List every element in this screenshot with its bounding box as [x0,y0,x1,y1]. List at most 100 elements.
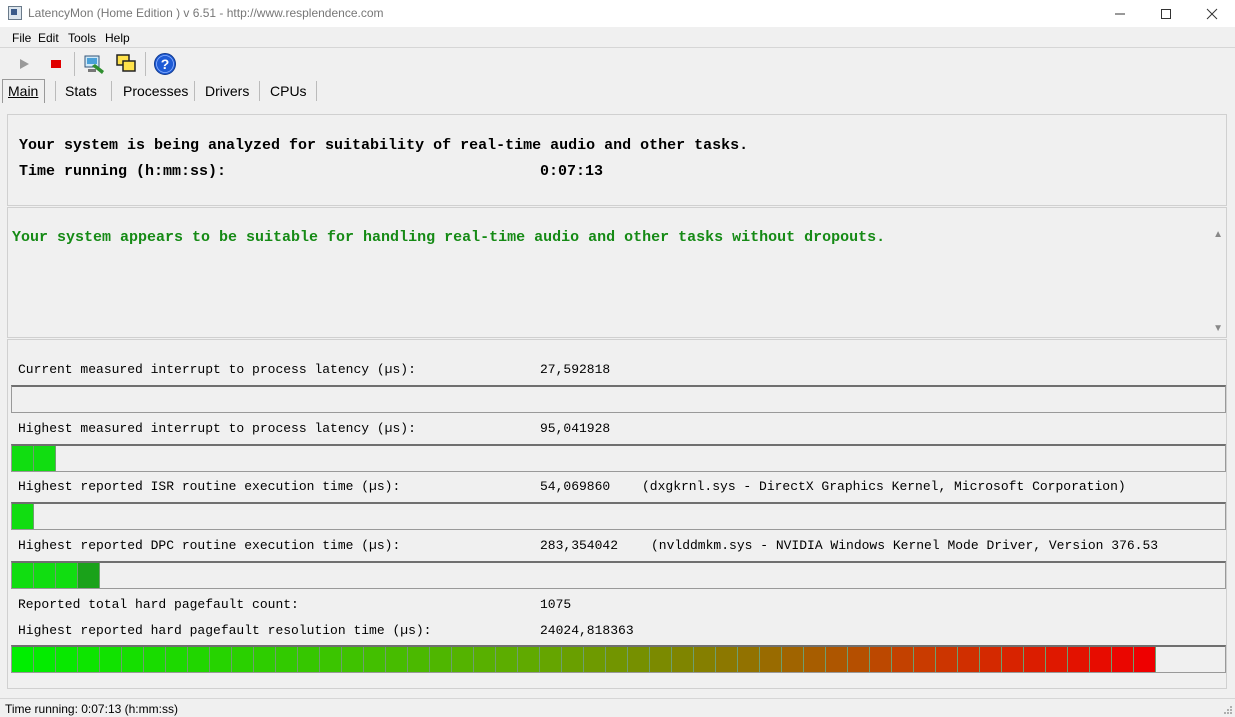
start-button[interactable] [11,52,37,76]
metrics-panel: Current measured interrupt to process la… [7,339,1227,689]
bar-segment [386,647,408,672]
tab-separator [316,81,317,101]
bar-segment [892,647,914,672]
help-icon: ? [154,53,176,75]
close-button[interactable] [1189,0,1235,27]
bar-segment [276,647,298,672]
window-button[interactable] [113,52,139,76]
bar-segment [606,647,628,672]
bar-segment [144,647,166,672]
bar-segment [34,563,56,588]
isr-time-bar [11,502,1226,530]
menu-file[interactable]: File [12,31,31,45]
play-icon [20,59,29,69]
settings-button[interactable] [81,52,107,76]
toolbar-separator [145,52,146,76]
verdict-panel[interactable]: Your system appears to be suitable for h… [7,207,1227,338]
scroll-up-arrow-icon[interactable]: ▲ [1213,229,1223,240]
bar-segment [34,446,56,471]
status-text: Time running: 0:07:13 (h:mm:ss) [5,702,178,716]
minimize-button[interactable] [1097,0,1143,27]
isr-time-value: 54,069860 [540,479,611,494]
title-bar: LatencyMon (Home Edition ) v 6.51 - http… [0,0,1235,27]
highest-latency-value: 95,041928 [540,421,611,436]
toolbar-separator [74,52,75,76]
tab-separator [194,81,195,101]
close-icon [1206,8,1218,19]
tab-separator [111,81,112,101]
bar-segment [914,647,936,672]
bar-segment [804,647,826,672]
bar-segment [562,647,584,672]
resize-grip-icon[interactable] [1223,705,1233,715]
pagefault-count-label: Reported total hard pagefault count: [18,597,299,612]
dpc-driver-detail: (nvlddmkm.sys - NVIDIA Windows Kernel Mo… [651,538,1159,553]
bar-segment [1134,647,1156,672]
settings-icon [84,55,104,74]
bar-segment [1002,647,1024,672]
bar-segment [408,647,430,672]
bar-segment [78,563,100,588]
bar-segment [540,647,562,672]
time-running-label: Time running (h:mm:ss): [19,163,227,180]
bar-segment [760,647,782,672]
bar-segment [232,647,254,672]
bar-segment [298,647,320,672]
app-icon [8,6,22,20]
bar-segment [78,647,100,672]
stop-button[interactable] [43,52,69,76]
menu-help[interactable]: Help [105,31,130,45]
bar-segment [364,647,386,672]
bar-segment [166,647,188,672]
bar-segment [210,647,232,672]
bar-segment [122,647,144,672]
tab-main[interactable]: Main [2,79,46,103]
bar-segment [958,647,980,672]
help-button[interactable]: ? [152,52,178,76]
verdict-message: Your system appears to be suitable for h… [12,229,886,246]
bar-segment [584,647,606,672]
window-title: LatencyMon (Home Edition ) v 6.51 - http… [28,6,384,20]
bar-segment [1046,647,1068,672]
analysis-panel: Your system is being analyzed for suitab… [7,114,1227,206]
scroll-down-arrow-icon[interactable]: ▼ [1213,323,1223,334]
dpc-time-bar [11,561,1226,589]
tab-processes[interactable]: Processes [123,80,188,102]
maximize-button[interactable] [1143,0,1189,27]
bar-segment [56,647,78,672]
bar-segment [100,647,122,672]
minimize-icon [1115,13,1125,14]
bar-segment [694,647,716,672]
windows-icon [116,54,136,72]
bar-segment [1112,647,1134,672]
bar-segment [430,647,452,672]
bar-segment [936,647,958,672]
dpc-time-value: 283,354042 [540,538,619,553]
bar-segment [672,647,694,672]
menu-bar: File Edit Tools Help [0,28,1235,47]
analysis-message: Your system is being analyzed for suitab… [19,137,749,154]
bar-segment [826,647,848,672]
bar-segment [650,647,672,672]
bar-segment [782,647,804,672]
bar-segment [12,563,34,588]
bar-segment [738,647,760,672]
bar-segment [628,647,650,672]
menu-edit[interactable]: Edit [38,31,59,45]
isr-driver-detail: (dxgkrnl.sys - DirectX Graphics Kernel, … [642,479,1126,494]
svg-text:?: ? [161,56,170,72]
pagefault-time-bar [11,645,1226,673]
bar-segment [1068,647,1090,672]
bar-segment [980,647,1002,672]
bar-segment [188,647,210,672]
pagefault-time-value: 24024,818363 [540,623,634,638]
dpc-time-label: Highest reported DPC routine execution t… [18,538,401,553]
menu-tools[interactable]: Tools [68,31,96,45]
tab-separator [55,81,56,101]
time-running-value: 0:07:13 [540,163,604,180]
highest-latency-bar [11,444,1226,472]
tab-cpus[interactable]: CPUs [270,80,307,102]
tab-drivers[interactable]: Drivers [205,80,249,102]
bar-segment [1024,647,1046,672]
tab-stats[interactable]: Stats [65,80,97,102]
